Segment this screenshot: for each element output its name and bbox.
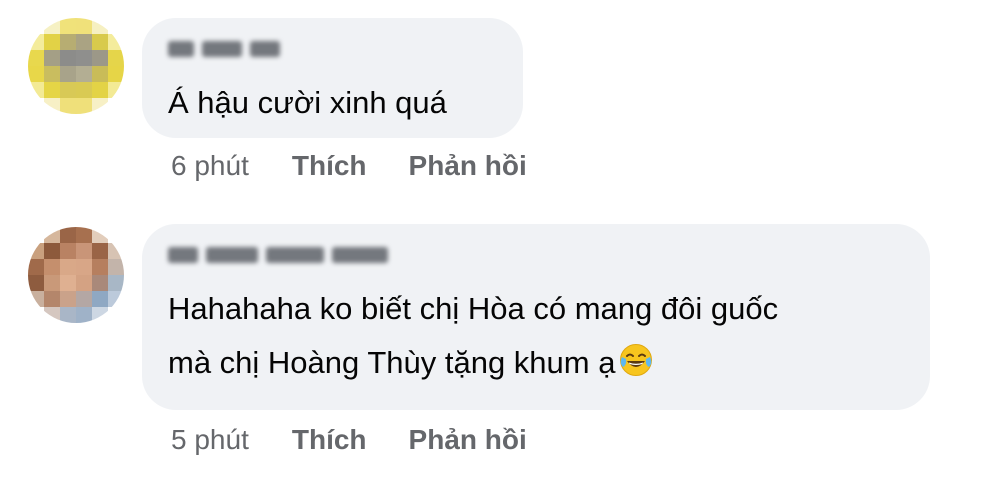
- avatar[interactable]: [28, 18, 124, 114]
- face-with-tears-of-joy-icon: [619, 340, 653, 376]
- commenter-name-blurred[interactable]: [168, 242, 388, 268]
- comment-actions: 5 phút Thích Phản hồi: [171, 424, 569, 456]
- commenter-name-blurred[interactable]: [168, 36, 280, 62]
- comment-bubble: Hahahaha ko biết chị Hòa có mang đôi guố…: [142, 224, 930, 410]
- avatar-pixelated: [28, 18, 124, 114]
- avatar-pixelated: [28, 227, 124, 323]
- comment-text-content: Hahahaha ko biết chị Hòa có mang đôi guố…: [168, 291, 779, 380]
- comment-actions: 6 phút Thích Phản hồi: [171, 150, 569, 182]
- reply-button[interactable]: Phản hồi: [409, 150, 527, 182]
- comment-timestamp[interactable]: 6 phút: [171, 150, 249, 182]
- avatar[interactable]: [28, 227, 124, 323]
- comment-text: Á hậu cười xinh quá: [168, 85, 447, 120]
- like-button[interactable]: Thích: [292, 424, 367, 456]
- reply-button[interactable]: Phản hồi: [409, 424, 527, 456]
- comment-text: Hahahaha ko biết chị Hòa có mang đôi guố…: [168, 282, 908, 390]
- comment-bubble: Á hậu cười xinh quá: [142, 18, 523, 138]
- comment-timestamp[interactable]: 5 phút: [171, 424, 249, 456]
- like-button[interactable]: Thích: [292, 150, 367, 182]
